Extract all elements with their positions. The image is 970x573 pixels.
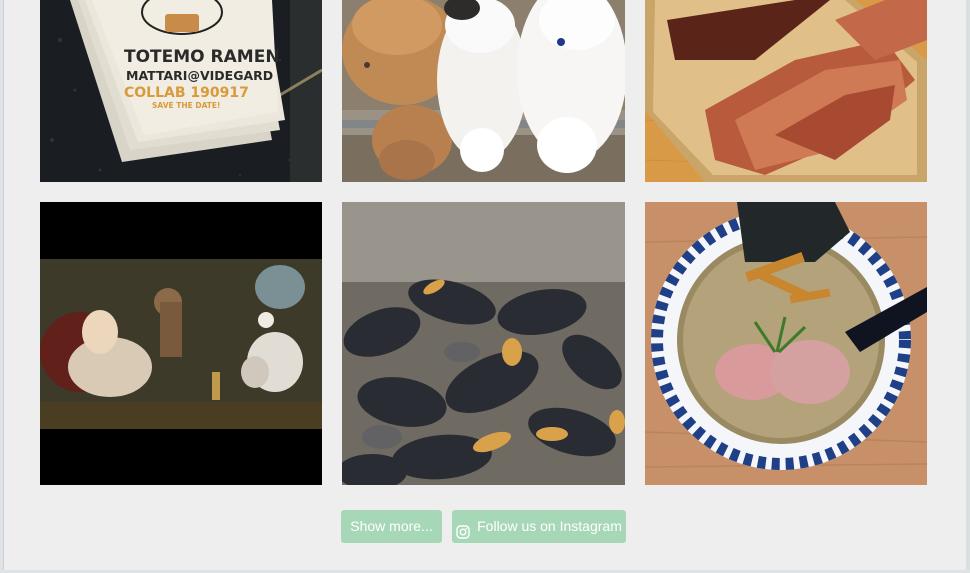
post-image [645,202,927,485]
show-more-button[interactable]: Show more... [341,510,442,543]
follow-instagram-label: Follow us on Instagram [477,518,622,534]
right-border [966,0,970,573]
left-border [0,0,4,573]
card-line3: SAVE THE DATE! [152,101,220,110]
instagram-post-mussels[interactable] [342,202,625,485]
follow-instagram-button[interactable]: Follow us on Instagram [452,510,626,543]
instagram-post-cats[interactable] [342,0,625,182]
instagram-post-ramen-card[interactable]: TOTEMO RAMEN MATTARI@VIDEGARD COLLAB 190… [40,0,322,182]
instagram-icon [456,518,470,539]
post-image [342,0,625,182]
instagram-post-painting[interactable] [40,202,322,485]
instagram-post-ramen-bowl[interactable] [645,202,927,485]
instagram-post-katsuobushi[interactable] [645,0,927,182]
card-title: TOTEMO RAMEN [124,47,280,67]
post-image [40,202,322,485]
post-image [342,202,625,485]
post-image: TOTEMO RAMEN MATTARI@VIDEGARD COLLAB 190… [40,0,322,182]
card-line1: MATTARI@VIDEGARD [126,68,273,83]
post-image [645,0,927,182]
card-line2: COLLAB 190917 [124,85,249,101]
